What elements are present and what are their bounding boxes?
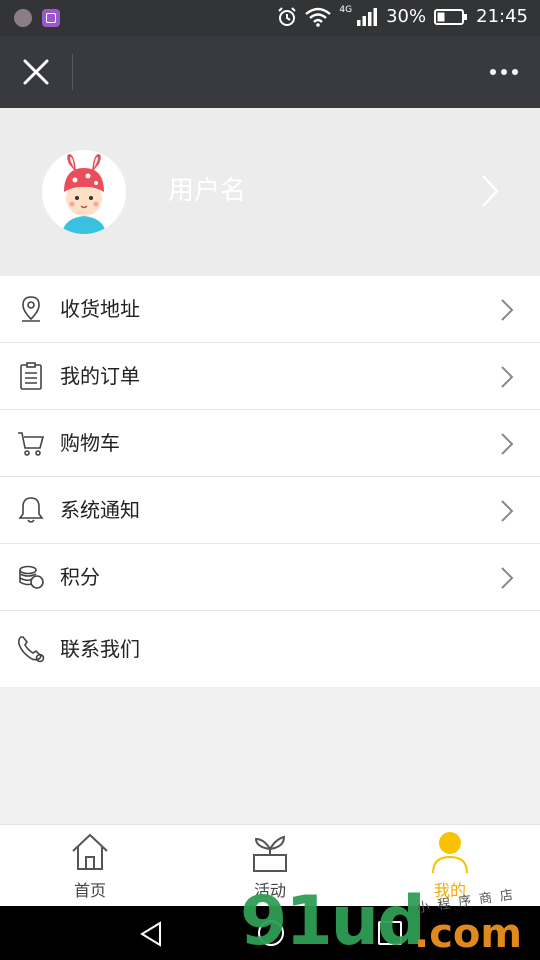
- notification-icons: [14, 9, 60, 27]
- more-icon-dot: [490, 69, 496, 75]
- recent-apps-icon[interactable]: [378, 921, 402, 945]
- status-bar: 4G 30% 21:45: [0, 0, 540, 36]
- cart-icon: [18, 432, 45, 456]
- chevron-right-icon: [501, 567, 514, 589]
- signal-icon: [357, 7, 378, 26]
- tab-label: 首页: [73, 881, 106, 900]
- phone-icon: [17, 636, 45, 663]
- bell-icon: [18, 497, 44, 523]
- tab-label: 我的: [433, 881, 466, 900]
- plant-icon: [253, 835, 287, 872]
- clipboard-icon: [20, 362, 42, 390]
- wifi-icon: [305, 7, 332, 27]
- back-icon[interactable]: [138, 920, 164, 948]
- chevron-right-icon: [501, 433, 514, 455]
- tab-label: 活动: [253, 881, 286, 900]
- menu-item-label: 购物车: [60, 431, 120, 455]
- battery-icon: [434, 8, 468, 25]
- clock: 21:45: [476, 6, 528, 27]
- network-type: 4G: [339, 4, 353, 15]
- username[interactable]: 用户名: [168, 174, 246, 208]
- menu-item-orders[interactable]: 我的订单: [0, 343, 540, 410]
- menu-item-notifications[interactable]: 系统通知: [0, 477, 540, 544]
- home-nav-icon[interactable]: [258, 920, 284, 946]
- profile-header[interactable]: 用户名: [0, 108, 540, 275]
- menu-item-cart[interactable]: 购物车: [0, 410, 540, 477]
- menu-item-label: 积分: [60, 565, 100, 589]
- avatar[interactable]: [42, 150, 126, 234]
- title-divider: [72, 54, 73, 90]
- chevron-right-icon: [482, 175, 499, 207]
- chevron-right-icon: [501, 299, 514, 321]
- tab-mine[interactable]: 我的: [360, 825, 540, 907]
- app-notification-icon: [14, 9, 32, 27]
- chevron-right-icon: [501, 366, 514, 388]
- avatar-kid-bunny-hat-icon: [42, 150, 126, 234]
- status-indicators: 4G 30% 21:45: [277, 4, 528, 27]
- more-button[interactable]: [486, 58, 522, 86]
- tab-activity[interactable]: 活动: [180, 825, 360, 907]
- menu-list: 收货地址 我的订单 购物车 系统通知 积分 联系我们: [0, 276, 540, 687]
- more-icon-dot: [512, 69, 518, 75]
- menu-item-label: 收货地址: [60, 297, 140, 321]
- home-icon: [72, 833, 108, 870]
- menu-item-label: 联系我们: [60, 637, 140, 661]
- gallery-notification-icon: [42, 9, 60, 27]
- alarm-icon: [278, 6, 297, 26]
- chevron-right-icon: [501, 500, 514, 522]
- menu-item-label: 我的订单: [60, 364, 140, 388]
- menu-item-address[interactable]: 收货地址: [0, 276, 540, 343]
- coins-icon: [19, 565, 44, 589]
- location-pin-icon: [22, 296, 40, 322]
- title-bar: [0, 36, 540, 108]
- close-icon: [23, 59, 49, 85]
- menu-item-contact[interactable]: 联系我们: [0, 611, 540, 687]
- menu-item-points[interactable]: 积分: [0, 544, 540, 611]
- user-icon: [432, 832, 468, 873]
- tab-home[interactable]: 首页: [0, 825, 180, 907]
- battery-percent: 30%: [386, 6, 427, 27]
- system-nav-bar: [0, 906, 540, 960]
- more-icon-dot: [501, 69, 507, 75]
- close-button[interactable]: [18, 54, 54, 90]
- menu-item-label: 系统通知: [60, 498, 140, 522]
- bottom-tab-bar: 首页 活动 我的: [0, 824, 540, 906]
